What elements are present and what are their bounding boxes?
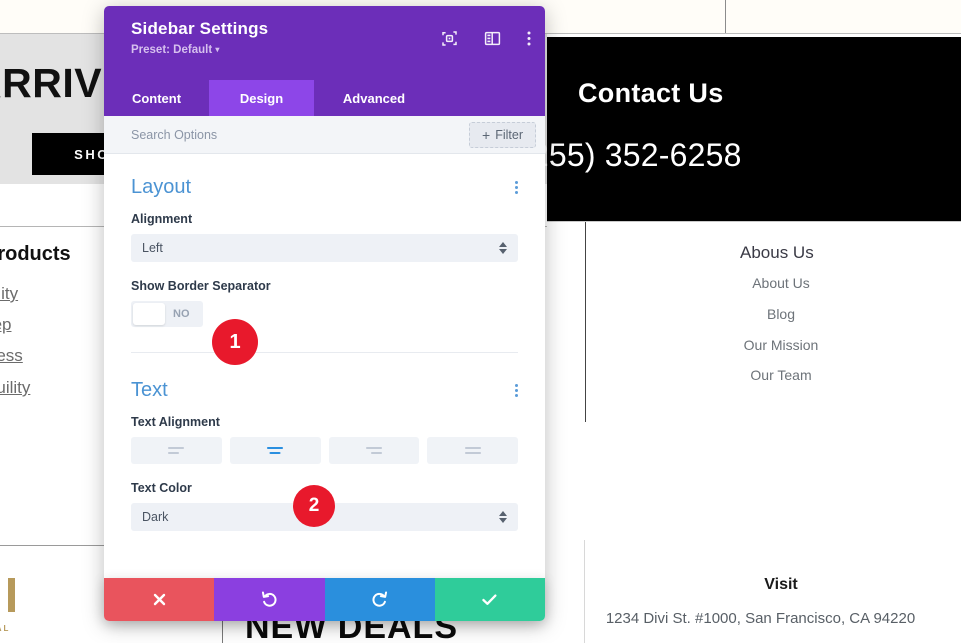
- product-link-3[interactable]: anquility: [0, 378, 30, 398]
- section-text-header: Text: [131, 353, 518, 415]
- text-alignment-right[interactable]: [328, 437, 420, 464]
- toggle-knob: [133, 303, 165, 325]
- text-alignment-center[interactable]: [229, 437, 321, 464]
- redo-icon: [372, 591, 388, 607]
- check-icon: [482, 594, 497, 605]
- redo-button[interactable]: [324, 578, 435, 621]
- annotation-badge-2: 2: [293, 485, 335, 527]
- visit-heading: Visit: [764, 576, 798, 593]
- field-alignment: Alignment Left: [131, 212, 518, 279]
- show-border-separator-label: Show Border Separator: [131, 279, 271, 293]
- visit-address: 1234 Divi St. #1000, San Francisco, CA 9…: [605, 610, 916, 627]
- text-alignment-group: [131, 437, 518, 464]
- alignment-select-value: Left: [142, 241, 163, 255]
- section-layout: Layout Alignment Left Show Border Separa…: [104, 154, 545, 353]
- show-border-separator-toggle[interactable]: NO: [131, 301, 203, 327]
- field-show-border-separator: Show Border Separator NO: [131, 279, 518, 344]
- sort-arrows-icon: [499, 511, 507, 523]
- modal-header: Sidebar Settings Preset: Default ▾: [104, 6, 545, 80]
- modal-tabs: Content Design Advanced: [104, 80, 545, 116]
- about-link-3[interactable]: Our Team: [700, 367, 862, 383]
- tab-design[interactable]: Design: [209, 80, 314, 116]
- tab-content[interactable]: Content: [104, 80, 209, 116]
- modal-header-icons: [441, 30, 531, 47]
- close-icon: [153, 593, 165, 606]
- section-layout-title: Layout: [131, 176, 192, 198]
- site-logo-subtitle: NAL: [0, 624, 11, 633]
- top-strip-divider: [725, 0, 726, 33]
- align-center-icon: [267, 446, 284, 455]
- product-link-2[interactable]: estress: [0, 346, 23, 366]
- sort-arrows-icon: [499, 242, 507, 254]
- align-right-icon: [365, 446, 382, 455]
- contact-phone: (255) 352-6258: [520, 137, 742, 173]
- filter-button-label: Filter: [495, 127, 523, 142]
- section-layout-options-icon[interactable]: [515, 179, 518, 196]
- text-color-select-value: Dark: [142, 510, 169, 524]
- text-alignment-label: Text Alignment: [131, 415, 220, 429]
- section-layout-header: Layout: [131, 154, 518, 212]
- contact-panel: [547, 37, 961, 221]
- modal-footer-actions: [104, 578, 545, 621]
- modal-body[interactable]: Layout Alignment Left Show Border Separa…: [104, 154, 545, 621]
- undo-icon: [261, 591, 277, 607]
- align-justify-icon: [464, 446, 481, 455]
- alignment-select[interactable]: Left: [131, 234, 518, 262]
- screen: ARRIV SHO Contact Us (255) 352-6258 Prod…: [0, 0, 961, 643]
- product-link-1[interactable]: Sleep: [0, 315, 11, 335]
- plus-icon: +: [482, 126, 491, 143]
- cancel-button[interactable]: [104, 578, 215, 621]
- undo-button[interactable]: [214, 578, 325, 621]
- more-options-icon[interactable]: [527, 30, 531, 47]
- toggle-state-label: NO: [173, 308, 190, 320]
- search-bar: + Filter: [104, 116, 545, 154]
- products-heading: Products: [0, 243, 71, 265]
- about-link-1[interactable]: Blog: [700, 306, 862, 322]
- about-link-0[interactable]: About Us: [700, 275, 862, 291]
- about-heading-text: Abous Us: [740, 243, 814, 262]
- search-input[interactable]: [131, 127, 470, 142]
- annotation-badge-1: 1: [212, 319, 258, 365]
- focus-icon[interactable]: [441, 30, 458, 47]
- layout-toggle-icon[interactable]: [484, 30, 501, 47]
- tab-advanced[interactable]: Advanced: [314, 80, 434, 116]
- column-divider-bottom-right: [584, 540, 585, 643]
- align-left-icon: [168, 446, 185, 455]
- text-alignment-left[interactable]: [131, 437, 222, 464]
- about-link-2[interactable]: Our Mission: [700, 337, 862, 353]
- chevron-down-icon: ▾: [215, 45, 220, 54]
- contact-heading: Contact Us: [578, 78, 724, 108]
- save-button[interactable]: [434, 578, 545, 621]
- filter-button[interactable]: + Filter: [469, 121, 536, 148]
- product-link-0[interactable]: munity: [0, 284, 18, 304]
- section-text-options-icon[interactable]: [515, 382, 518, 399]
- site-logo: [0, 578, 32, 618]
- column-divider-left: [585, 222, 586, 422]
- alignment-label: Alignment: [131, 212, 193, 226]
- hero-title: ARRIV: [0, 60, 103, 106]
- field-text-alignment: Text Alignment: [131, 415, 518, 481]
- sidebar-settings-modal: Sidebar Settings Preset: Default ▾ Conte…: [104, 6, 545, 621]
- section-text-title: Text: [131, 379, 168, 401]
- text-alignment-justify[interactable]: [427, 437, 518, 464]
- contact-panel-divider: [547, 221, 961, 222]
- preset-label: Preset: Default: [131, 44, 213, 56]
